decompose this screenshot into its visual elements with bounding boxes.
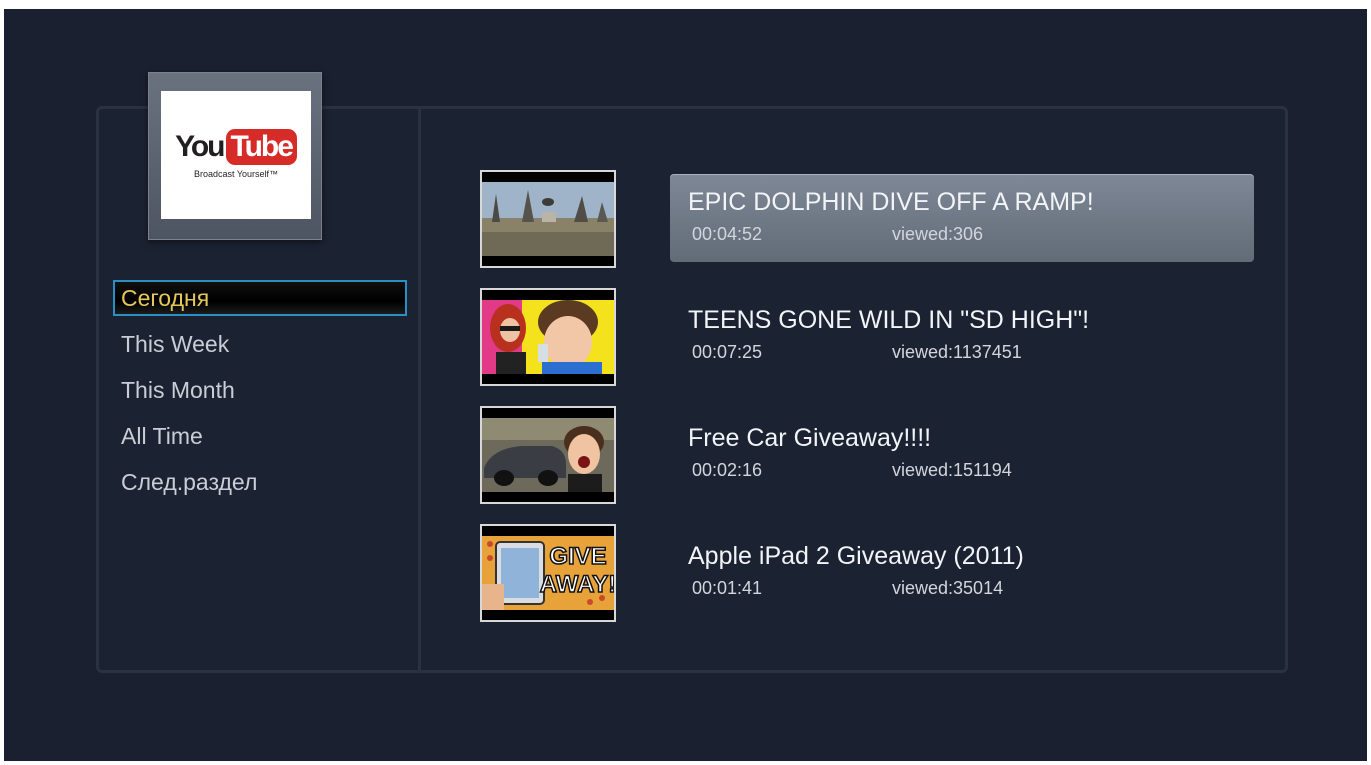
menu-item-next-section[interactable]: След.раздел	[113, 464, 413, 500]
video-title: EPIC DOLPHIN DIVE OFF A RAMP!	[688, 188, 1094, 216]
car-person-image	[482, 418, 614, 492]
video-thumbnail[interactable]	[480, 288, 616, 386]
video-duration: 00:07:25	[692, 342, 763, 362]
video-meta: 00:01:41 viewed:35014	[688, 578, 1236, 600]
park-scene-image	[482, 182, 614, 256]
menu-item-this-month[interactable]: This Month	[113, 372, 413, 408]
video-thumbnail[interactable]	[480, 406, 616, 504]
category-menu: Сегодня This Week This Month All Time Сл…	[113, 280, 413, 510]
youtube-logo: You Tube Broadcast Yourself™	[161, 91, 311, 219]
video-info-selected[interactable]: EPIC DOLPHIN DIVE OFF A RAMP! 00:04:52 v…	[670, 174, 1254, 262]
video-view-count: viewed:151194	[892, 460, 1012, 480]
video-row[interactable]: EPIC DOLPHIN DIVE OFF A RAMP! 00:04:52 v…	[480, 170, 1260, 268]
thumb-text-give: GIVE	[549, 543, 606, 570]
video-view-count: viewed:35014	[892, 578, 1004, 598]
video-view-count: viewed:306	[892, 224, 984, 244]
logo-tagline: Broadcast Yourself™	[193, 169, 279, 179]
video-thumbnail[interactable]	[480, 170, 616, 268]
logo-you-text: You	[175, 130, 225, 163]
video-title: Free Car Giveaway!!!!	[688, 424, 932, 452]
video-meta: 00:02:16 viewed:151194	[688, 460, 1236, 482]
video-title: TEENS GONE WILD IN "SD HIGH"!	[688, 306, 1090, 334]
menu-item-today[interactable]: Сегодня	[113, 280, 407, 316]
giveaway-ipad-image: GIVE AWAY!	[482, 536, 614, 610]
menu-item-all-time[interactable]: All Time	[113, 418, 413, 454]
youtube-logo-tile: You Tube Broadcast Yourself™	[148, 72, 322, 240]
video-meta: 00:07:25 viewed:1137451	[688, 342, 1236, 364]
video-info[interactable]: Apple iPad 2 Giveaway (2011) 00:01:41 vi…	[670, 528, 1254, 616]
video-row[interactable]: TEENS GONE WILD IN "SD HIGH"! 00:07:25 v…	[480, 288, 1260, 386]
panel-divider	[418, 109, 421, 670]
video-row[interactable]: Free Car Giveaway!!!! 00:02:16 viewed:15…	[480, 406, 1260, 504]
video-duration: 00:02:16	[692, 460, 763, 480]
logo-tube-text: Tube	[225, 129, 297, 165]
youtube-wordmark: You Tube	[173, 127, 299, 167]
video-title: Apple iPad 2 Giveaway (2011)	[688, 542, 1024, 570]
video-meta: 00:04:52 viewed:306	[688, 224, 1236, 246]
thumb-text-away: AWAY!	[540, 571, 614, 598]
video-duration: 00:04:52	[692, 224, 763, 244]
two-people-image	[482, 300, 614, 374]
video-duration: 00:01:41	[692, 578, 763, 598]
video-info[interactable]: TEENS GONE WILD IN "SD HIGH"! 00:07:25 v…	[670, 292, 1254, 380]
video-view-count: viewed:1137451	[892, 342, 1022, 362]
video-row[interactable]: GIVE AWAY! Apple iPad 2 Giveaway (2011) …	[480, 524, 1260, 622]
video-info[interactable]: Free Car Giveaway!!!! 00:02:16 viewed:15…	[670, 410, 1254, 498]
video-thumbnail[interactable]: GIVE AWAY!	[480, 524, 616, 622]
menu-item-this-week[interactable]: This Week	[113, 326, 413, 362]
